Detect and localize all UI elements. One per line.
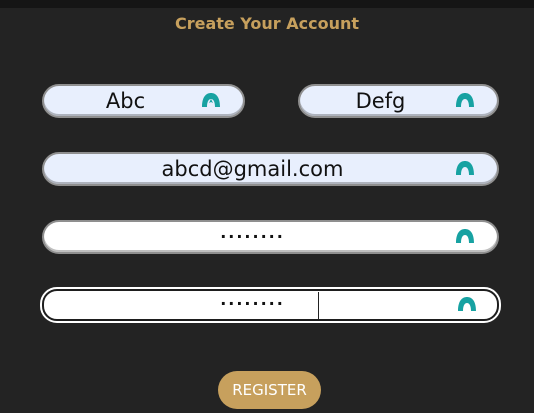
password-manager-icon[interactable]	[455, 228, 475, 244]
first-name-value: Abc	[105, 89, 146, 113]
page-title: Create Your Account	[174, 14, 360, 33]
confirm-password-field[interactable]: ········	[40, 287, 501, 323]
password-field[interactable]: ········	[42, 220, 499, 254]
register-button[interactable]: REGISTER	[218, 371, 321, 409]
password-manager-icon[interactable]	[201, 92, 221, 108]
password-manager-icon[interactable]	[455, 92, 475, 108]
last-name-field[interactable]: Defg	[298, 84, 499, 118]
confirm-password-value: ········	[220, 294, 285, 313]
top-bar	[0, 0, 534, 8]
email-value: abcd@gmail.com	[161, 157, 344, 181]
last-name-value: Defg	[355, 89, 406, 113]
text-caret	[318, 292, 319, 320]
password-value: ········	[220, 227, 285, 246]
password-manager-icon[interactable]	[455, 160, 475, 176]
email-field[interactable]: abcd@gmail.com	[42, 152, 499, 186]
first-name-field[interactable]: Abc	[42, 84, 245, 118]
password-manager-icon[interactable]	[457, 296, 477, 312]
